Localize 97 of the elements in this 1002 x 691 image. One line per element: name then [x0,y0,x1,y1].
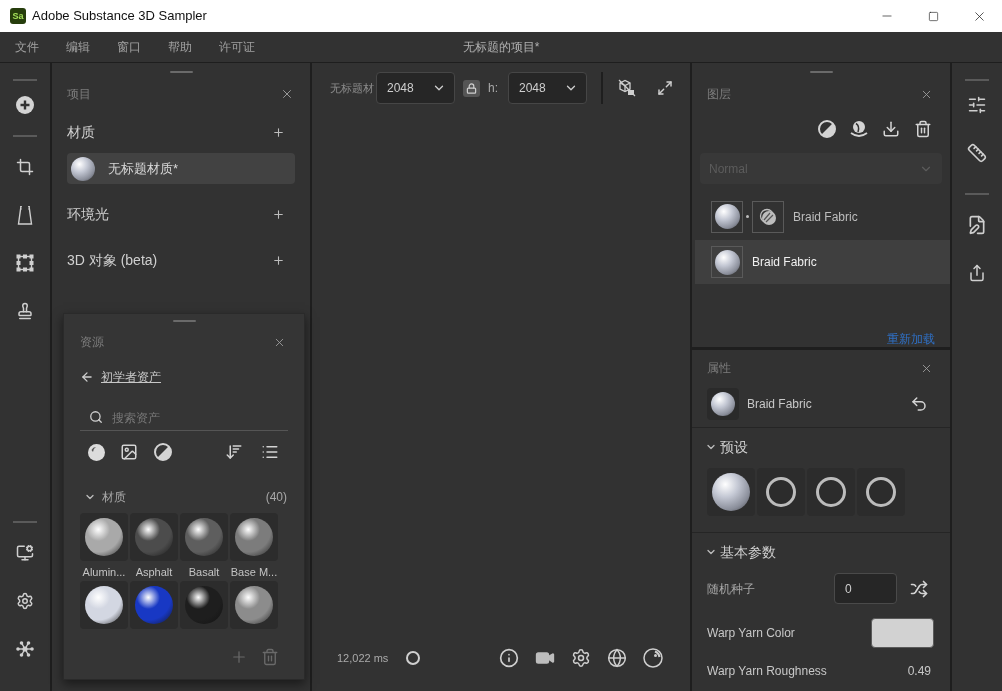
sliders-icon[interactable] [967,95,987,115]
info-icon[interactable] [499,648,519,668]
sphere-icon[interactable] [643,648,663,668]
document-edit-icon[interactable] [967,215,987,235]
back-link[interactable]: 初学者资产 [101,368,161,386]
loading-ring-icon [766,477,796,507]
plus-circle-icon[interactable] [16,96,34,114]
item-count: (40) [265,489,287,506]
mask-thumbnail[interactable] [752,200,784,233]
loading-ring-icon [816,477,846,507]
half-circle-icon[interactable] [818,120,836,138]
reset-icon[interactable] [910,395,928,413]
material-item[interactable]: 无标题材质* [67,153,295,184]
height-label: h: [488,80,498,97]
height-dropdown[interactable]: 2048 [508,72,587,104]
search-field[interactable]: 搜索资产 [80,406,288,431]
material-thumbnail [707,388,739,420]
node-graph-icon[interactable] [16,640,34,658]
sort-icon[interactable] [225,443,243,461]
section-label: 材质 [102,489,126,506]
export-icon[interactable] [968,264,986,282]
param-label: Warp Yarn Color [707,625,796,642]
menu-item[interactable]: 许可证 [219,38,255,56]
lock-toggle[interactable] [463,79,480,97]
layer-thumbnail [711,200,743,233]
panel-title: 项目 [67,86,91,103]
half-circle-icon[interactable] [154,443,172,461]
panel-title: 属性 [707,360,731,377]
preset-tile[interactable] [857,468,905,516]
material-name: Alumin... [82,565,126,579]
drag-handle[interactable] [169,71,193,73]
section-label: 3D 对象 (beta) [67,250,158,270]
settings-icon[interactable] [16,592,34,610]
monitor-settings-icon[interactable] [16,544,34,562]
perspective-icon[interactable] [17,205,33,225]
loading-ring-icon [866,477,896,507]
preset-tile[interactable] [707,468,755,516]
sphere-on-hand-icon[interactable] [850,120,868,138]
search-icon [89,410,103,424]
layer-row[interactable]: Braid Fabric [695,240,950,284]
material-thumbnail [71,156,95,181]
section-label: 环境光 [67,204,109,224]
layer-name: Braid Fabric [752,254,817,271]
material-name: Base M... [230,565,278,579]
material-name: Basalt [188,565,220,579]
crop-icon[interactable] [16,158,34,176]
maximize-icon[interactable] [927,10,939,22]
app-logo: Sa [10,8,26,24]
drag-handle[interactable] [172,320,196,322]
panel-title: 资源 [80,334,104,351]
menu-item[interactable]: 文件 [15,38,39,56]
color-swatch[interactable] [871,618,934,648]
menu-item[interactable]: 帮助 [168,38,192,56]
layer-row[interactable]: Braid Fabric [695,198,950,235]
sphere-icon[interactable] [88,443,105,461]
section-label: 基本参数 [720,542,776,562]
lock-icon [466,82,477,94]
preset-tile[interactable] [807,468,855,516]
gear-icon[interactable] [571,648,591,668]
delete-icon[interactable] [914,120,932,138]
add-icon[interactable] [272,125,285,139]
width-dropdown[interactable]: 2048 [376,72,455,104]
panel-title: 图层 [707,86,731,103]
import-icon[interactable] [882,120,900,138]
shuffle-icon[interactable] [910,579,928,598]
document-title: 无标题的项目* [462,39,540,56]
back-arrow-icon[interactable] [80,370,94,384]
layer-name: Braid Fabric [793,208,858,226]
param-label: 随机种子 [707,580,756,598]
param-label: Warp Yarn Roughness [707,663,828,680]
cube-icon[interactable] [617,78,637,98]
preset-tile[interactable] [757,468,805,516]
param-value: 0.49 [907,663,931,680]
image-icon[interactable] [120,443,138,461]
section-label: 预设 [720,437,748,457]
add-icon[interactable] [272,207,285,221]
preset-preview [712,473,750,511]
number-field[interactable]: 0 [834,573,897,604]
window-title: Adobe Substance 3D Sampler [32,7,207,26]
material-name-label: 无标题材 [330,80,374,96]
drag-handle[interactable] [809,71,833,73]
section-label: 材质 [67,122,95,142]
globe-icon[interactable] [607,648,627,668]
transform-icon[interactable] [16,254,34,272]
layer-thumbnail [711,246,743,278]
material-name: Braid Fabric [747,396,812,413]
close-icon[interactable] [280,87,294,101]
list-view-icon[interactable] [261,443,279,461]
ruler-icon[interactable] [967,143,987,163]
expand-icon[interactable] [657,80,673,96]
menu-item[interactable]: 编辑 [66,38,90,56]
add-icon[interactable] [272,253,285,267]
material-name: Asphalt [135,565,173,579]
stamp-icon[interactable] [16,302,34,320]
render-time: 12,022 ms [337,650,389,666]
status-ring-icon [406,651,421,665]
menu-item[interactable]: 窗口 [117,38,141,56]
